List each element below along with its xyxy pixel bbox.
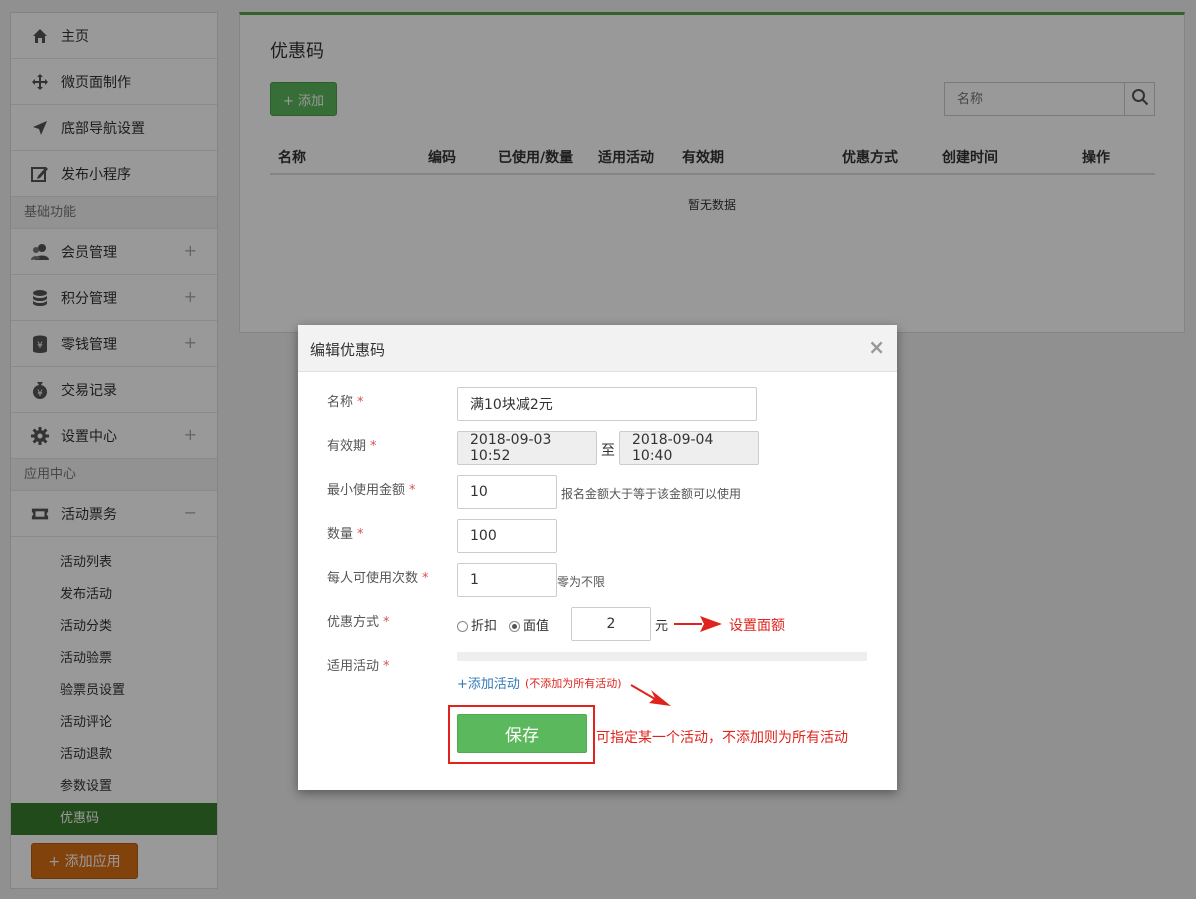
discount-radio[interactable] <box>457 621 468 632</box>
quantity-label: 数量 * <box>327 527 364 542</box>
min-amount-hint: 报名金额大于等于该金额可以使用 <box>561 487 742 501</box>
activity-annotation: 可指定某一个活动，不添加则为所有活动 <box>596 730 848 746</box>
add-activity-link[interactable]: +添加活动 <box>457 673 520 692</box>
currency-unit: 元 <box>655 619 669 634</box>
name-label: 名称 * <box>327 395 364 410</box>
min-amount-field[interactable]: 10 <box>457 475 557 509</box>
per-user-hint: 零为不限 <box>557 575 606 589</box>
edit-coupon-dialog: 编辑优惠码 × 名称 * 满10块减2元 有效期 * 2018-09-03 10:5… <box>298 325 897 790</box>
per-user-label: 每人可使用次数 * <box>327 571 429 586</box>
per-user-field[interactable]: 1 <box>457 563 557 597</box>
dialog-title: 编辑优惠码 <box>310 341 386 359</box>
validity-label: 有效期 * <box>327 439 377 454</box>
discount-radio-option[interactable]: 折扣 <box>457 615 497 634</box>
activity-list-area <box>457 652 867 661</box>
dialog-header: 编辑优惠码 × <box>298 325 897 372</box>
close-icon[interactable]: × <box>868 337 885 357</box>
name-field[interactable]: 满10块减2元 <box>457 387 757 421</box>
face-value-radio-option[interactable]: 面值 <box>509 615 549 634</box>
quantity-field[interactable]: 100 <box>457 519 557 553</box>
face-value-radio[interactable] <box>509 621 520 632</box>
min-amount-label: 最小使用金额 * <box>327 483 416 498</box>
add-activity-note: (不添加为所有活动) <box>525 677 622 690</box>
date-separator: 至 <box>601 443 615 459</box>
discount-type-label: 优惠方式 * <box>327 615 390 630</box>
end-date-field[interactable]: 2018-09-04 10:40 <box>619 431 759 465</box>
start-date-field[interactable]: 2018-09-03 10:52 <box>457 431 597 465</box>
activity-label: 适用活动 * <box>327 659 390 674</box>
face-value-field[interactable]: 2 <box>571 607 651 641</box>
set-amount-annotation: 设置面额 <box>729 618 785 634</box>
save-button[interactable]: 保存 <box>457 714 587 753</box>
